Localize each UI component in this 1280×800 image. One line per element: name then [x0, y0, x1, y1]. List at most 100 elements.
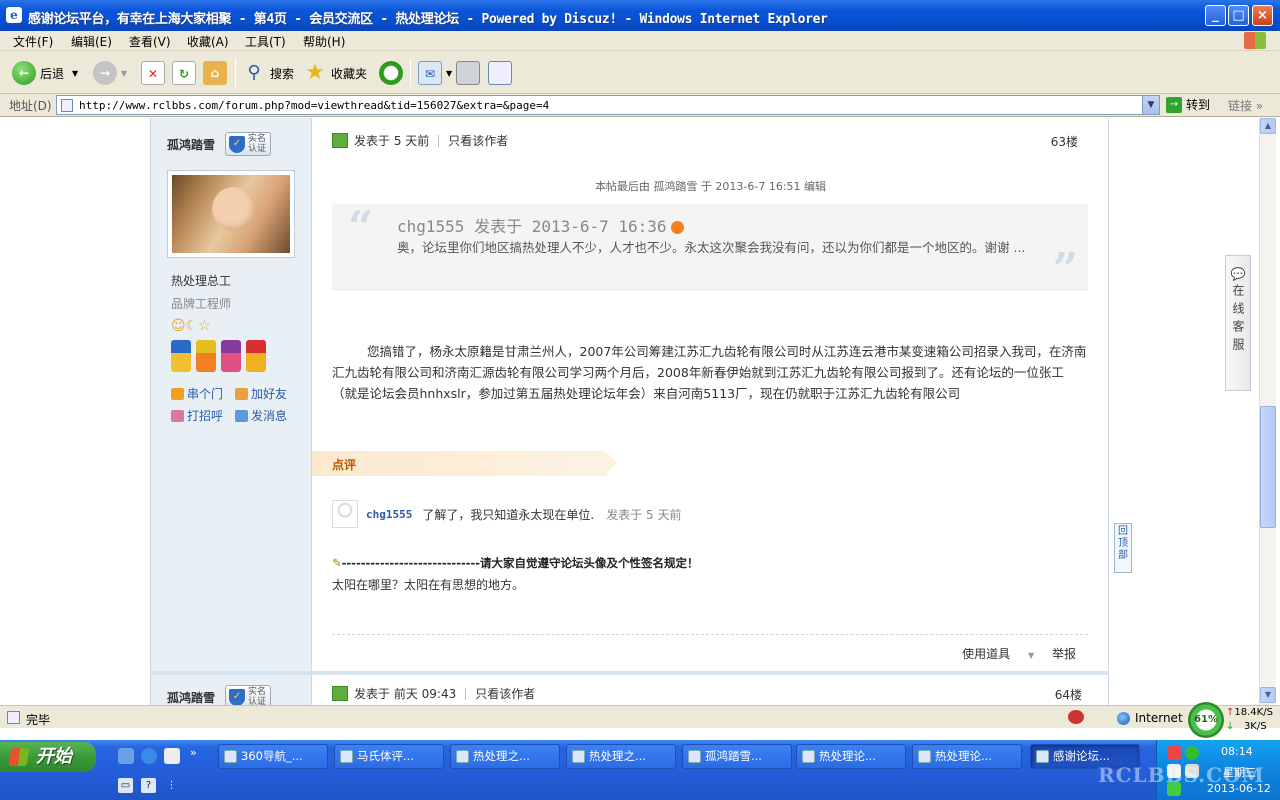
- minimize-button[interactable]: _: [1205, 5, 1226, 26]
- help-icon[interactable]: ?: [141, 778, 156, 793]
- clock-time[interactable]: 08:14: [1221, 745, 1253, 758]
- taskbar-item[interactable]: 热处理之...: [566, 744, 676, 769]
- start-label: 开始: [36, 746, 72, 767]
- dropdown-icon: ▼: [1028, 651, 1035, 660]
- security-shield-icon[interactable]: [1185, 746, 1199, 760]
- taskbar-item[interactable]: 孤鸿踏雪...: [682, 744, 792, 769]
- commenter-name[interactable]: chg1555: [366, 508, 412, 521]
- ie-quicklaunch-icon[interactable]: [141, 748, 157, 764]
- next-only-author-link[interactable]: 只看该作者: [475, 685, 535, 702]
- shield-icon: ✓: [229, 689, 245, 705]
- use-tool-button[interactable]: 使用道具 ▼: [948, 647, 1034, 661]
- maximize-button[interactable]: □: [1228, 5, 1249, 26]
- menu-file[interactable]: 文件(F): [13, 33, 53, 50]
- edit-note: 本帖最后由 孤鸿踏雪 于 2013-6-7 16:51 编辑: [594, 180, 827, 193]
- quicklaunch-more-icon[interactable]: »: [190, 746, 197, 759]
- edit-button[interactable]: [488, 59, 516, 87]
- go-arrow-icon: →: [1166, 96, 1182, 113]
- address-dropdown-icon[interactable]: ▼: [1142, 96, 1159, 114]
- avatar[interactable]: [167, 170, 295, 258]
- edit-page-icon: [488, 61, 512, 85]
- memory-gauge[interactable]: 61%: [1188, 702, 1224, 738]
- scroll-up-icon[interactable]: ▲: [1260, 118, 1276, 134]
- next-floor-number[interactable]: 64楼: [1055, 686, 1082, 703]
- taskbar-item[interactable]: 马氏体评...: [334, 744, 444, 769]
- print-button[interactable]: [456, 59, 484, 87]
- stop-button[interactable]: ✕: [141, 59, 169, 87]
- verified-badge: ✓ 实名认证: [225, 132, 271, 156]
- vertical-scrollbar[interactable]: ▲ ▼: [1259, 118, 1276, 705]
- dropdown-icon[interactable]: ▼: [72, 69, 78, 78]
- report-button[interactable]: 举报: [1052, 647, 1076, 661]
- refresh-button[interactable]: ↻: [172, 59, 200, 87]
- mail-button[interactable]: ✉ ▼: [418, 59, 452, 87]
- page-viewport: 孤鸿踏雪 ✓ 实名认证 热处理总工 品牌工程师 ☺☾☆ 串个门 加好友 打招呼 发…: [0, 118, 1259, 705]
- toolbar-separator: [235, 59, 236, 87]
- send-message-link[interactable]: 发消息: [235, 407, 287, 424]
- more-icon[interactable]: ⋮: [164, 778, 179, 793]
- online-service-button[interactable]: 💬 在线客服: [1225, 255, 1251, 391]
- history-button[interactable]: [379, 59, 407, 87]
- floor-number[interactable]: 63楼: [1051, 133, 1078, 150]
- commenter-avatar[interactable]: [332, 500, 358, 528]
- scroll-down-icon[interactable]: ▼: [1260, 687, 1276, 703]
- address-input[interactable]: http://www.rclbbs.com/forum.php?mod=view…: [56, 95, 1160, 115]
- use-tool-label: 使用道具: [962, 647, 1011, 661]
- menu-edit[interactable]: 编辑(E): [71, 33, 112, 50]
- home-button[interactable]: ⌂: [203, 59, 231, 87]
- explorer-quicklaunch-icon[interactable]: [164, 748, 180, 764]
- taskbar-item-label: 感谢论坛...: [1053, 749, 1110, 763]
- close-button[interactable]: ×: [1252, 5, 1273, 26]
- only-author-link[interactable]: 只看该作者: [448, 132, 508, 149]
- favorites-button[interactable]: ★ 收藏夹: [303, 59, 367, 87]
- author-name[interactable]: 孤鸿踏雪: [167, 136, 215, 153]
- security-zone[interactable]: Internet: [1117, 711, 1183, 725]
- next-author-name[interactable]: 孤鸿踏雪: [167, 689, 215, 705]
- keyboard-icon[interactable]: ▭: [118, 778, 133, 793]
- address-bar: 地址(D) http://www.rclbbs.com/forum.php?mo…: [0, 94, 1280, 117]
- qq-icon[interactable]: [1167, 746, 1181, 760]
- start-button[interactable]: 开始: [0, 742, 96, 772]
- dropdown-icon[interactable]: ▼: [446, 69, 452, 78]
- toolbar: ← 后退 ▼ → ▼ ✕ ↻ ⌂ ⚲ 搜索 ★ 收藏夹 ✉ ▼: [0, 51, 1280, 94]
- quote-text: 奥，论坛里你们地区搞热处理人不少，人才也不少。永太这次聚会我没有问，还以为你们都…: [397, 240, 1026, 255]
- signature-text-1: -----------------------------请大家自觉遵守论坛头像…: [341, 556, 699, 570]
- scroll-thumb[interactable]: [1260, 406, 1276, 528]
- taskbar-item[interactable]: 热处理论...: [796, 744, 906, 769]
- jump-to-quote-icon[interactable]: [670, 221, 684, 234]
- badge-label: 实名认证: [248, 134, 267, 154]
- online-icon: [332, 686, 348, 701]
- rank-stars-icon: ☺☾☆: [171, 318, 211, 334]
- taskbar-item[interactable]: 360导航_...: [218, 744, 328, 769]
- blocked-icon[interactable]: [1068, 710, 1084, 724]
- post-main: 发表于 5 天前 只看该作者 63楼 本帖最后由 孤鸿踏雪 于 2013-6-7…: [312, 118, 1109, 705]
- show-desktop-icon[interactable]: [118, 748, 134, 764]
- upload-speed: 18.4K/S: [1234, 707, 1273, 718]
- forward-button[interactable]: → ▼: [93, 59, 127, 87]
- avatar-face: [212, 187, 256, 231]
- greet-link[interactable]: 打招呼: [171, 407, 223, 424]
- taskbar-item[interactable]: 热处理论...: [912, 744, 1022, 769]
- back-button[interactable]: ← 后退 ▼: [12, 59, 78, 87]
- address-url[interactable]: http://www.rclbbs.com/forum.php?mod=view…: [79, 99, 549, 112]
- visit-link[interactable]: 串个门: [171, 385, 223, 402]
- links-button[interactable]: 链接 »: [1228, 97, 1263, 114]
- watermark: RCLBBS.COM: [1098, 763, 1265, 787]
- menu-help[interactable]: 帮助(H): [303, 33, 345, 50]
- menu-tools[interactable]: 工具(T): [245, 33, 286, 50]
- go-button[interactable]: → 转到: [1166, 96, 1210, 113]
- refresh-icon: ↻: [172, 61, 196, 85]
- taskbar-item[interactable]: 热处理之...: [450, 744, 560, 769]
- chat-bubble-icon: 💬: [1230, 267, 1246, 281]
- menu-bar: 文件(F) 编辑(E) 查看(V) 收藏(A) 工具(T) 帮助(H): [0, 31, 1280, 51]
- search-button[interactable]: ⚲ 搜索: [242, 59, 294, 87]
- star-icon: ★: [305, 60, 325, 85]
- windows-logo-icon: [1244, 32, 1266, 49]
- back-to-top-button[interactable]: 回顶部: [1114, 523, 1132, 573]
- menu-favorites[interactable]: 收藏(A): [187, 33, 229, 50]
- menu-view[interactable]: 查看(V): [129, 33, 171, 50]
- dropdown-icon[interactable]: ▼: [121, 69, 127, 78]
- rating-tab: 点评: [312, 451, 617, 476]
- globe-icon: [1117, 711, 1130, 725]
- add-friend-link[interactable]: 加好友: [235, 385, 287, 402]
